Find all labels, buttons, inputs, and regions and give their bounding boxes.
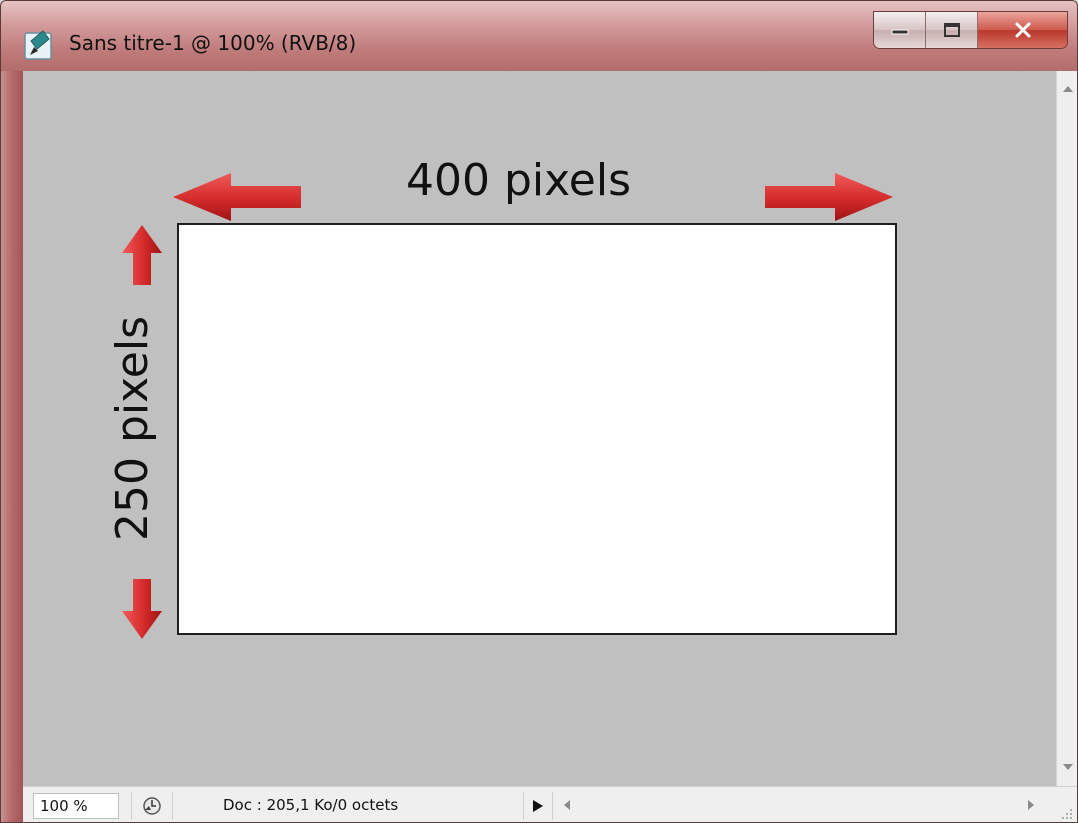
scroll-left-icon[interactable]: [563, 800, 571, 810]
document-window: Sans titre-1 @ 100% (RVB/8) 400 pixels 2…: [0, 0, 1078, 823]
arrow-right-icon: [765, 173, 893, 221]
resize-grip-icon[interactable]: [1059, 806, 1073, 820]
scroll-up-icon[interactable]: [1063, 85, 1073, 93]
minimize-icon: [891, 29, 908, 35]
horizontal-scrollbar[interactable]: [553, 790, 1058, 820]
zoom-field[interactable]: 100 %: [33, 793, 119, 819]
height-label: 250 pixels: [107, 315, 158, 541]
arrow-left-icon: [173, 173, 301, 221]
clock-icon: [143, 797, 161, 815]
status-bar: 100 % Doc : 205,1 Ko/0 octets: [23, 786, 1077, 822]
close-icon: [1015, 22, 1030, 38]
width-label: 400 pixels: [406, 155, 632, 206]
window-title: Sans titre-1 @ 100% (RVB/8): [69, 31, 357, 55]
scroll-down-icon[interactable]: [1063, 763, 1073, 771]
window-frame-left: [1, 71, 23, 822]
photoshop-document-icon: [24, 30, 52, 60]
document-canvas[interactable]: [177, 223, 897, 635]
window-controls: [873, 11, 1068, 49]
vertical-scrollbar[interactable]: [1056, 71, 1077, 786]
maximize-icon: [943, 23, 960, 37]
arrow-down-icon: [122, 579, 162, 639]
preview-toggle-button[interactable]: [131, 792, 173, 820]
document-info: Doc : 205,1 Ko/0 octets: [223, 796, 399, 814]
title-bar[interactable]: Sans titre-1 @ 100% (RVB/8): [1, 1, 1077, 71]
minimize-button[interactable]: [874, 12, 926, 48]
arrow-up-icon: [122, 225, 162, 285]
scroll-right-icon[interactable]: [1027, 800, 1035, 810]
close-button[interactable]: [978, 12, 1067, 48]
play-triangle-icon: [533, 800, 543, 812]
status-menu-button[interactable]: [523, 792, 553, 820]
maximize-button[interactable]: [926, 12, 978, 48]
